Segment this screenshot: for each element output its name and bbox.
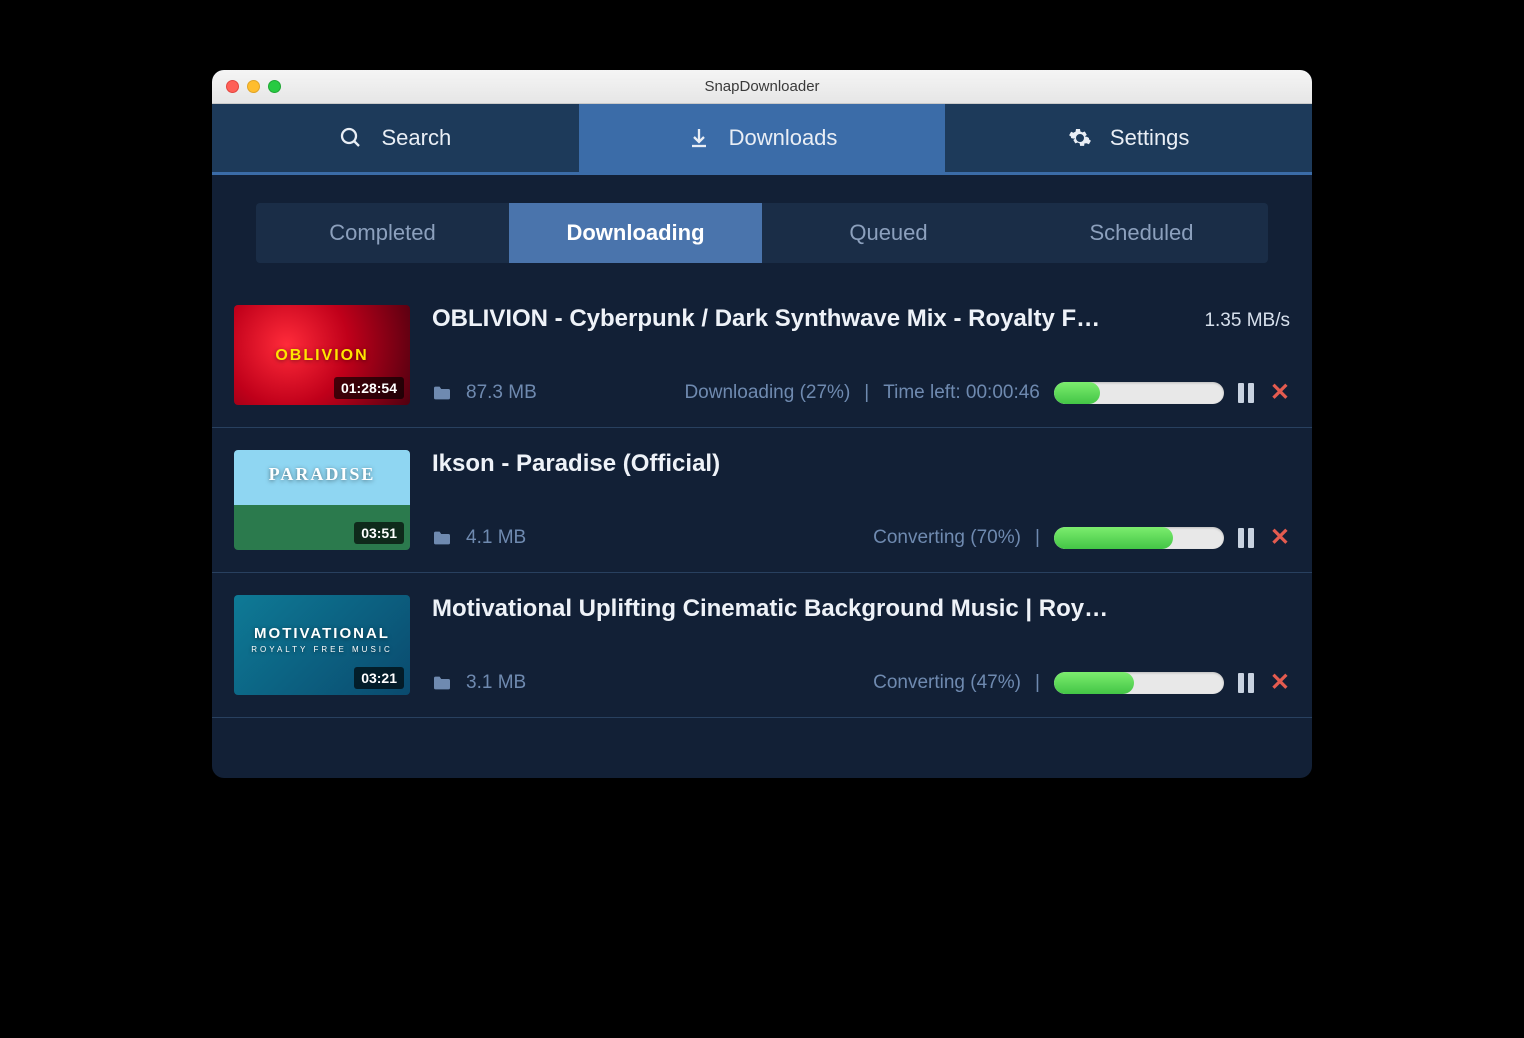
thumbnail-text: MOTIVATIONAL [234, 625, 410, 642]
video-thumbnail[interactable]: MOTIVATIONAL ROYALTY FREE MUSIC 03:21 [234, 595, 410, 695]
folder-icon[interactable] [432, 385, 452, 401]
video-duration: 01:28:54 [334, 377, 404, 399]
download-meta: Motivational Uplifting Cinematic Backgro… [432, 595, 1290, 695]
progress-fill [1054, 527, 1173, 549]
tab-settings[interactable]: Settings [945, 104, 1312, 172]
download-icon [687, 126, 711, 150]
download-status: Downloading (27%) [684, 382, 850, 404]
thumbnail-text: OBLIVION [234, 347, 410, 365]
download-speed: 1.35 MB/s [1204, 310, 1290, 332]
sub-tabs-container: Completed Downloading Queued Scheduled [212, 175, 1312, 283]
subtab-queued-label: Queued [849, 220, 927, 246]
video-thumbnail[interactable]: PARADISE 03:51 [234, 450, 410, 550]
download-item: OBLIVION 01:28:54 OBLIVION - Cyberpunk /… [212, 283, 1312, 428]
download-item: PARADISE 03:51 Ikson - Paradise (Officia… [212, 428, 1312, 573]
cancel-button[interactable]: ✕ [1270, 671, 1290, 695]
subtab-downloading-label: Downloading [566, 220, 704, 246]
separator: | [1035, 672, 1040, 694]
video-title: Motivational Uplifting Cinematic Backgro… [432, 595, 1272, 623]
progress-bar [1054, 527, 1224, 549]
progress-bar [1054, 672, 1224, 694]
subtab-completed[interactable]: Completed [256, 203, 509, 263]
close-window-button[interactable] [226, 80, 239, 93]
window-title: SnapDownloader [212, 78, 1312, 95]
tab-settings-label: Settings [1110, 125, 1190, 151]
folder-icon[interactable] [432, 675, 452, 691]
cancel-button[interactable]: ✕ [1270, 381, 1290, 405]
zoom-window-button[interactable] [268, 80, 281, 93]
tab-downloads[interactable]: Downloads [579, 104, 946, 172]
subtab-downloading[interactable]: Downloading [509, 203, 762, 263]
window-controls [212, 80, 281, 93]
video-duration: 03:21 [354, 667, 404, 689]
file-size: 87.3 MB [466, 382, 537, 404]
separator: | [864, 382, 869, 404]
file-size: 4.1 MB [466, 527, 526, 549]
main-tabs: Search Downloads Settings [212, 104, 1312, 175]
gear-icon [1068, 126, 1092, 150]
tab-downloads-label: Downloads [729, 125, 838, 151]
thumbnail-text: PARADISE [234, 464, 410, 485]
download-status: Converting (70%) [873, 527, 1021, 549]
thumbnail-subtext: ROYALTY FREE MUSIC [234, 645, 410, 654]
cancel-button[interactable]: ✕ [1270, 526, 1290, 550]
title-bar: SnapDownloader [212, 70, 1312, 104]
pause-button[interactable] [1238, 673, 1256, 693]
search-icon [339, 126, 363, 150]
progress-fill [1054, 382, 1100, 404]
subtab-scheduled-label: Scheduled [1090, 220, 1194, 246]
download-meta: Ikson - Paradise (Official) 4.1 MB Conve… [432, 450, 1290, 550]
separator: | [1035, 527, 1040, 549]
subtab-scheduled[interactable]: Scheduled [1015, 203, 1268, 263]
tab-search[interactable]: Search [212, 104, 579, 172]
subtab-queued[interactable]: Queued [762, 203, 1015, 263]
folder-icon[interactable] [432, 530, 452, 546]
download-status: Converting (47%) [873, 672, 1021, 694]
file-size: 3.1 MB [466, 672, 526, 694]
download-item: MOTIVATIONAL ROYALTY FREE MUSIC 03:21 Mo… [212, 573, 1312, 718]
time-left: Time left: 00:00:46 [883, 382, 1040, 404]
progress-fill [1054, 672, 1134, 694]
video-title: Ikson - Paradise (Official) [432, 450, 1272, 478]
pause-button[interactable] [1238, 383, 1256, 403]
download-list: OBLIVION 01:28:54 OBLIVION - Cyberpunk /… [212, 283, 1312, 778]
video-duration: 03:51 [354, 522, 404, 544]
tab-search-label: Search [381, 125, 451, 151]
pause-button[interactable] [1238, 528, 1256, 548]
video-thumbnail[interactable]: OBLIVION 01:28:54 [234, 305, 410, 405]
download-meta: OBLIVION - Cyberpunk / Dark Synthwave Mi… [432, 305, 1290, 405]
app-window: SnapDownloader Search Downloads Settings [212, 70, 1312, 778]
sub-tabs: Completed Downloading Queued Scheduled [256, 203, 1268, 263]
minimize-window-button[interactable] [247, 80, 260, 93]
progress-bar [1054, 382, 1224, 404]
video-title: OBLIVION - Cyberpunk / Dark Synthwave Mi… [432, 305, 1186, 333]
subtab-completed-label: Completed [329, 220, 435, 246]
